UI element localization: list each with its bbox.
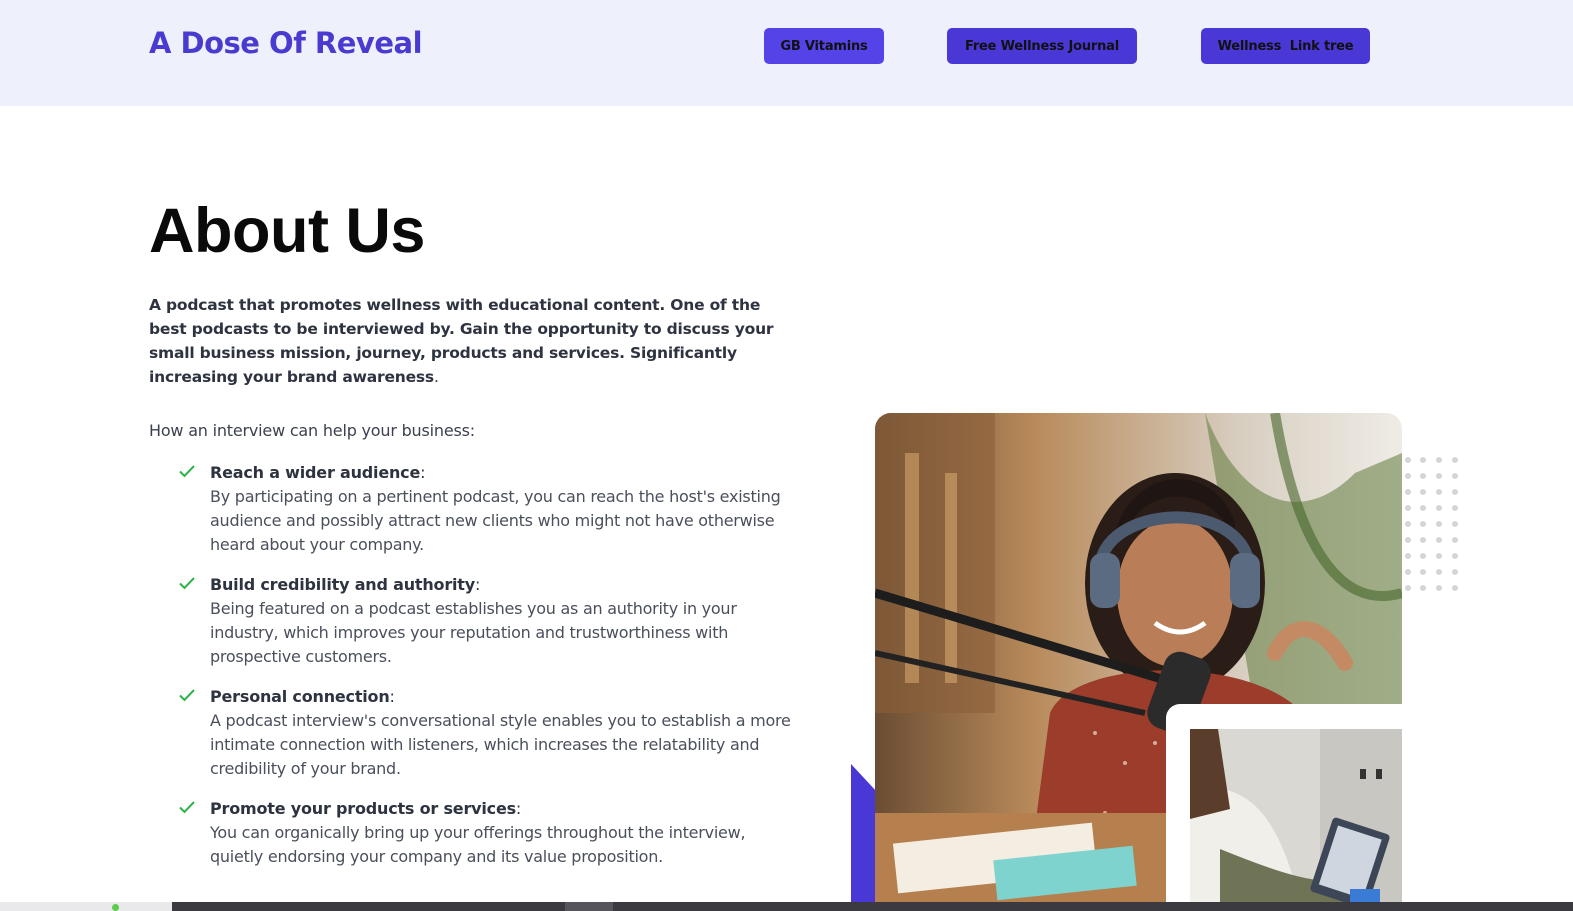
site-logo[interactable]: A Dose Of Reveal — [149, 26, 423, 60]
benefit-colon: : — [420, 463, 426, 482]
benefit-title: Build credibility and authority — [210, 575, 475, 594]
benefit-description: Being featured on a podcast establishes … — [210, 599, 737, 666]
intro-paragraph: A podcast that promotes wellness with ed… — [149, 293, 789, 389]
nav-button-wellness-link-tree[interactable]: Wellness Link tree — [1201, 28, 1370, 64]
taskbar-segment — [565, 902, 613, 911]
list-item: Reach a wider audience: By participating… — [178, 461, 798, 557]
benefit-colon: : — [515, 799, 522, 818]
intro-bold-text: A podcast that promotes wellness with ed… — [149, 296, 774, 386]
site-header: A Dose Of Reveal GB Vitamins Free Wellne… — [0, 0, 1573, 106]
taskbar-strip — [0, 902, 1573, 911]
taskbar-segment — [0, 902, 172, 911]
check-icon — [179, 801, 195, 814]
benefit-title: Promote your products or services — [210, 799, 516, 818]
benefit-colon: : — [474, 575, 481, 594]
tablet-user-illustration — [1190, 729, 1402, 904]
benefits-list: Reach a wider audience: By participating… — [178, 461, 798, 885]
status-dot-icon — [112, 904, 119, 911]
nav-button-gb-vitamins[interactable]: GB Vitamins — [764, 28, 884, 64]
decorative-dot-grid — [1405, 457, 1458, 591]
check-icon — [179, 465, 195, 478]
benefits-lead: How an interview can help your business: — [149, 421, 475, 440]
benefit-description: By participating on a pertinent podcast,… — [210, 487, 781, 554]
benefit-title: Personal connection — [210, 687, 390, 706]
list-item: Build credibility and authority: Being f… — [178, 573, 798, 669]
tablet-user-photo — [1190, 729, 1402, 904]
list-item: Promote your products or services: You c… — [178, 797, 798, 869]
nav-button-free-wellness-journal[interactable]: Free Wellness Journal — [947, 28, 1137, 64]
list-item: Personal connection: A podcast interview… — [178, 685, 798, 781]
page-title: About Us — [149, 196, 425, 266]
decorative-accent-bar — [851, 764, 877, 904]
check-icon — [179, 577, 195, 590]
check-icon — [179, 689, 195, 702]
benefit-colon: : — [389, 687, 395, 706]
benefit-description: A podcast interview's conversational sty… — [210, 711, 791, 778]
intro-tail: . — [433, 368, 439, 386]
benefit-description: You can organically bring up your offeri… — [210, 823, 746, 866]
benefit-title: Reach a wider audience — [210, 463, 421, 482]
